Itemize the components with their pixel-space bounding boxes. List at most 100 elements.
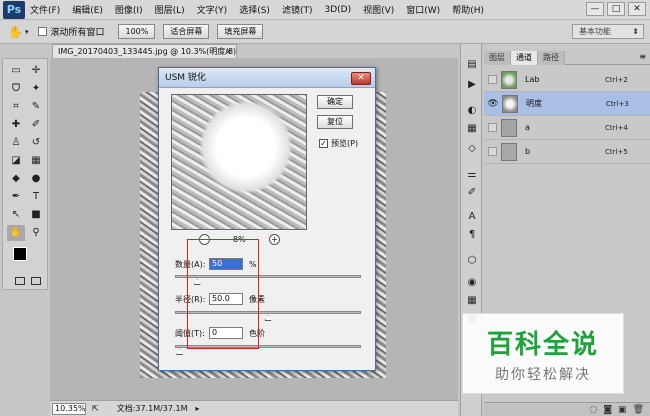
load-selection-icon[interactable]: ◌ — [589, 405, 597, 415]
preview-checkbox[interactable]: ✓ — [319, 139, 328, 148]
actions-panel-icon[interactable]: ▶ — [464, 78, 480, 92]
stamp-icon[interactable]: ♙ — [7, 135, 25, 151]
history-brush-icon[interactable]: ↺ — [27, 135, 45, 151]
channel-thumbnail — [501, 142, 517, 161]
visibility-toggle[interactable] — [488, 75, 497, 84]
radius-slider-thumb[interactable] — [264, 315, 272, 321]
channel-row-lightness[interactable]: 👁 明度 Ctrl+3 — [484, 92, 650, 116]
tab-paths[interactable]: 路径 — [538, 51, 565, 65]
menu-edit[interactable]: 编辑(E) — [72, 3, 103, 16]
menu-window[interactable]: 窗口(W) — [406, 3, 440, 16]
tab-layers[interactable]: 图层 — [484, 51, 511, 65]
history-panel-icon[interactable]: ▤ — [464, 58, 480, 72]
menu-filter[interactable]: 滤镜(T) — [282, 3, 313, 16]
healing-icon[interactable]: ✚ — [7, 117, 25, 133]
filter-preview[interactable] — [171, 94, 307, 230]
threshold-slider-thumb[interactable] — [176, 349, 183, 355]
reset-button[interactable]: 复位 — [317, 115, 353, 129]
move-icon[interactable]: ✛ — [27, 63, 45, 79]
preview-checkbox-group[interactable]: ✓ 预览(P) — [319, 138, 358, 149]
share-icon[interactable]: ⇱ — [92, 404, 99, 413]
fill-screen-button[interactable]: 填充屏幕 — [217, 24, 264, 39]
ok-button[interactable]: 确定 — [317, 95, 353, 109]
menu-layer[interactable]: 图层(L) — [155, 3, 185, 16]
menubar: Ps 文件(F) 编辑(E) 图像(I) 图层(L) 文字(Y) 选择(S) 滤… — [0, 0, 650, 20]
quick-mask-icon[interactable] — [15, 277, 25, 285]
panel-footer: ◌ ◙ ▣ 🗑 — [484, 402, 650, 416]
new-channel-icon[interactable]: ▣ — [618, 405, 627, 415]
hand-icon[interactable]: ✋ — [8, 25, 23, 39]
chevron-down-icon: ⬍ — [632, 27, 639, 36]
workspace-select[interactable]: 基本功能 ⬍ — [572, 24, 644, 39]
marquee-icon[interactable]: ▭ — [7, 63, 25, 79]
foreground-color-swatch[interactable] — [13, 247, 27, 261]
crop-icon[interactable]: ⌗ — [7, 99, 25, 115]
pen-icon[interactable]: ✒ — [7, 189, 25, 205]
channel-thumbnail — [501, 118, 517, 137]
zoom-level-field[interactable]: 10.35% — [52, 402, 86, 415]
layers-dock-icon[interactable]: ▦ — [464, 294, 480, 308]
eraser-icon[interactable]: ◪ — [7, 153, 25, 169]
eye-icon[interactable]: 👁 — [486, 97, 500, 111]
character-panel-icon[interactable]: A — [464, 210, 480, 224]
status-bar: 10.35% ⇱ 文档:37.1M/37.1M ▸ — [50, 400, 458, 416]
close-icon[interactable]: ✕ — [628, 2, 646, 16]
hand-tool-icon[interactable]: ✋ — [7, 225, 25, 241]
zoom-100-button[interactable]: 100% — [118, 24, 156, 39]
visibility-toggle[interactable] — [488, 123, 497, 132]
adjustments-panel-icon[interactable]: ⚌ — [464, 168, 480, 182]
eyedropper-icon[interactable]: ✎ — [27, 99, 45, 115]
menu-3d[interactable]: 3D(D) — [324, 5, 351, 15]
brush-icon[interactable]: ✐ — [27, 117, 45, 133]
lasso-icon[interactable]: ᗜ — [7, 81, 25, 97]
brush-panel-icon[interactable]: ✐ — [464, 186, 480, 200]
channel-row-lab[interactable]: Lab Ctrl+2 — [484, 68, 650, 92]
menu-help[interactable]: 帮助(H) — [452, 3, 484, 16]
tab-channels[interactable]: 通道 — [511, 51, 538, 65]
menu-select[interactable]: 选择(S) — [239, 3, 270, 16]
color-panel-icon[interactable]: ◐ — [464, 104, 480, 118]
styles-panel-icon[interactable]: ◇ — [464, 142, 480, 156]
menu-file[interactable]: 文件(F) — [30, 3, 60, 16]
magic-wand-icon[interactable]: ✦ — [27, 81, 45, 97]
trash-icon[interactable]: 🗑 — [633, 405, 644, 415]
panel-menu-icon[interactable]: ≡ — [639, 52, 646, 61]
info-arrow-icon[interactable]: ▸ — [196, 404, 200, 413]
menu-type[interactable]: 文字(Y) — [197, 3, 228, 16]
tab-close-icon[interactable]: × — [225, 45, 232, 58]
gradient-icon[interactable]: ▦ — [27, 153, 45, 169]
zoom-tool-icon[interactable]: ⚲ — [27, 225, 45, 241]
menu-image[interactable]: 图像(I) — [115, 3, 143, 16]
save-selection-icon[interactable]: ◙ — [603, 405, 612, 415]
blur-icon[interactable]: ◆ — [7, 171, 25, 187]
fit-screen-button[interactable]: 适合屏幕 — [163, 24, 210, 39]
scroll-all-checkbox[interactable] — [38, 27, 48, 36]
restore-icon[interactable]: □ — [607, 2, 625, 16]
path-select-icon[interactable]: ↖ — [7, 207, 25, 223]
minimize-icon[interactable]: — — [586, 2, 604, 16]
shape-icon[interactable]: ■ — [27, 207, 45, 223]
channel-row-b[interactable]: b Ctrl+5 — [484, 140, 650, 164]
channel-shortcut: Ctrl+3 — [606, 99, 629, 108]
menu-view[interactable]: 视图(V) — [363, 3, 394, 16]
3d-panel-icon[interactable]: ⬡ — [464, 254, 480, 268]
screen-mode-icon[interactable] — [31, 277, 41, 285]
panel-tabs: 图层 通道 路径 — [484, 51, 650, 65]
visibility-toggle[interactable] — [488, 147, 497, 156]
document-tab[interactable]: IMG_20170403_133445.jpg @ 10.3%(明度/8) * … — [52, 44, 237, 58]
channels-dock-icon[interactable]: ◉ — [464, 276, 480, 290]
dialog-close-icon[interactable]: ✕ — [351, 72, 371, 85]
channel-name: 明度 — [526, 99, 542, 108]
dodge-icon[interactable]: ● — [27, 171, 45, 187]
usm-sharpen-dialog: USM 锐化 ✕ 确定 复位 ✓ 预览(P) − 8% + 数量(A): 50 … — [158, 67, 376, 371]
channel-row-a[interactable]: a Ctrl+4 — [484, 116, 650, 140]
paragraph-panel-icon[interactable]: ¶ — [464, 228, 480, 242]
window-controls: — □ ✕ — [586, 2, 646, 16]
swatches-panel-icon[interactable]: ▦ — [464, 122, 480, 136]
type-icon[interactable]: T — [27, 189, 45, 205]
dialog-title: USM 锐化 — [165, 73, 206, 83]
tool-preset-chevron-icon[interactable]: ▾ — [25, 28, 29, 36]
dialog-titlebar[interactable]: USM 锐化 — [159, 68, 375, 88]
scroll-all-label: 滚动所有窗口 — [50, 28, 105, 38]
zoom-in-icon[interactable]: + — [269, 234, 280, 245]
